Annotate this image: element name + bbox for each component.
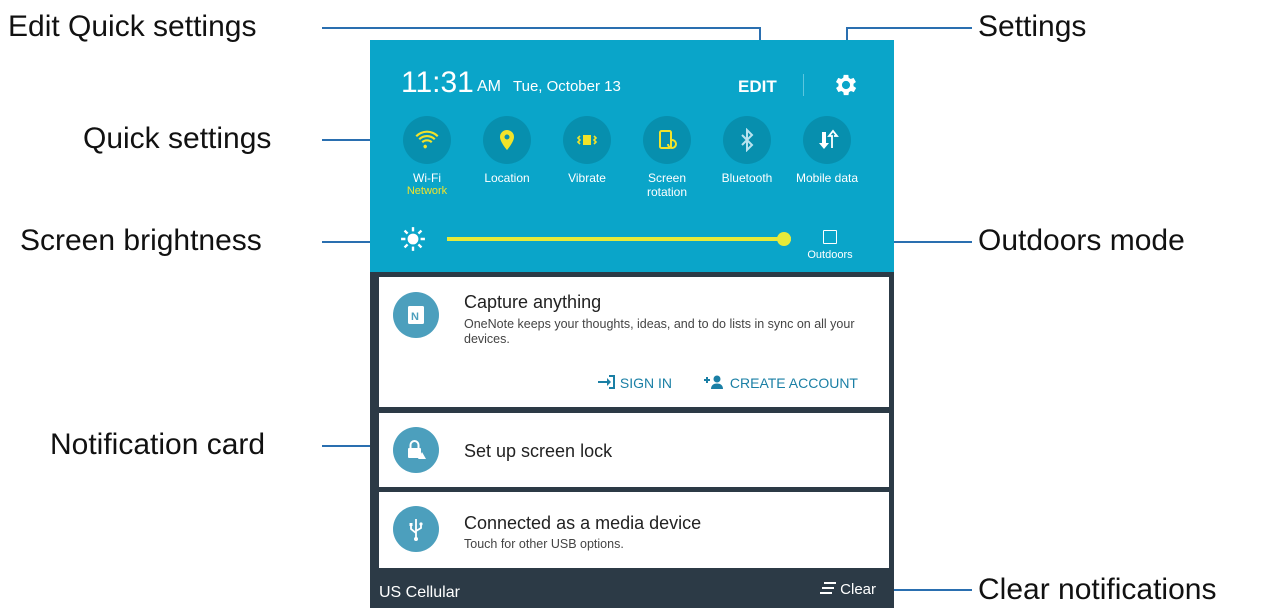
notification-card-usb[interactable]: Connected as a media device Touch for ot… bbox=[379, 492, 889, 568]
outdoors-label: Outdoors bbox=[807, 249, 853, 261]
notification-body: Touch for other USB options. bbox=[464, 537, 624, 551]
phone-screen: 11:31 AM Tue, October 13 EDIT Wi-Fi Netw… bbox=[370, 40, 894, 608]
add-person-icon bbox=[704, 375, 723, 389]
tile-label: Wi-Fi bbox=[413, 171, 441, 185]
create-account-button[interactable]: CREATE ACCOUNT bbox=[704, 375, 858, 391]
sign-in-icon bbox=[598, 375, 615, 389]
screen-rotation-icon bbox=[659, 130, 677, 149]
notification-card-screen-lock[interactable]: Set up screen lock bbox=[379, 413, 889, 487]
sign-in-button[interactable]: SIGN IN bbox=[598, 375, 672, 391]
vibrate-icon bbox=[576, 135, 598, 145]
usb-icon bbox=[393, 506, 439, 552]
sign-in-label: SIGN IN bbox=[619, 375, 673, 391]
brightness-slider-fill bbox=[447, 237, 785, 241]
location-icon bbox=[500, 130, 514, 150]
tile-screen-rotation[interactable]: Screen rotation bbox=[627, 116, 707, 199]
onenote-icon: N bbox=[393, 292, 439, 338]
callout-clear-notifications: Clear notifications bbox=[978, 573, 1217, 606]
mobile-data-icon bbox=[819, 129, 839, 149]
callout-edit-quick-settings: Edit Quick settings bbox=[8, 10, 257, 43]
tile-label: Location bbox=[484, 171, 530, 185]
callout-notification-card: Notification card bbox=[50, 428, 266, 461]
gear-icon bbox=[835, 74, 857, 96]
brightness-slider-thumb[interactable] bbox=[777, 232, 792, 246]
notification-title: Capture anything bbox=[464, 292, 602, 312]
notification-body: OneNote keeps your thoughts, ideas, and … bbox=[464, 317, 855, 346]
callout-settings: Settings bbox=[978, 10, 1087, 43]
bluetooth-icon bbox=[741, 128, 754, 152]
notification-title: Set up screen lock bbox=[464, 441, 613, 461]
settings-button[interactable] bbox=[832, 71, 860, 99]
tile-label: Bluetooth bbox=[721, 171, 773, 185]
brightness-icon bbox=[401, 227, 425, 251]
clock-ampm: AM bbox=[477, 78, 501, 95]
carrier-label: US Cellular bbox=[379, 584, 460, 601]
wifi-icon bbox=[415, 130, 439, 149]
callout-quick-settings: Quick settings bbox=[83, 122, 272, 155]
brightness-slider[interactable] bbox=[447, 232, 792, 246]
tile-label: Screen rotation bbox=[646, 171, 688, 199]
header-divider bbox=[803, 74, 804, 96]
tile-vibrate[interactable]: Vibrate bbox=[547, 116, 627, 185]
clock-time: 11:31 bbox=[401, 66, 474, 99]
callout-line-settings bbox=[846, 27, 972, 29]
callout-line-clear bbox=[882, 589, 972, 591]
tile-wifi[interactable]: Wi-Fi Network bbox=[387, 116, 467, 198]
create-account-label: CREATE ACCOUNT bbox=[729, 375, 858, 391]
clear-all-icon bbox=[820, 582, 836, 594]
tile-label: Mobile data bbox=[795, 171, 859, 185]
edit-button[interactable]: EDIT bbox=[738, 77, 777, 97]
outdoors-toggle[interactable]: Outdoors bbox=[802, 230, 858, 266]
tile-mobile-data[interactable]: Mobile data bbox=[787, 116, 867, 185]
tile-label: Vibrate bbox=[568, 171, 606, 185]
callout-screen-brightness: Screen brightness bbox=[20, 224, 262, 257]
notification-title: Connected as a media device bbox=[464, 513, 702, 533]
svg-text:N: N bbox=[411, 311, 419, 323]
date-label: Tue, October 13 bbox=[513, 78, 621, 95]
clear-button[interactable]: Clear bbox=[820, 581, 876, 598]
tile-location[interactable]: Location bbox=[467, 116, 547, 185]
clear-label: Clear bbox=[840, 581, 877, 598]
callout-outdoors-mode: Outdoors mode bbox=[978, 224, 1185, 257]
outdoors-checkbox[interactable] bbox=[823, 230, 837, 244]
callout-line-edit bbox=[322, 27, 760, 29]
lock-icon bbox=[393, 427, 439, 473]
tile-bluetooth[interactable]: Bluetooth bbox=[707, 116, 787, 185]
tile-sublabel: Network bbox=[406, 185, 448, 197]
notification-card-onenote[interactable]: N Capture anything OneNote keeps your th… bbox=[379, 277, 889, 407]
quick-settings-panel: 11:31 AM Tue, October 13 EDIT Wi-Fi Netw… bbox=[370, 40, 894, 272]
